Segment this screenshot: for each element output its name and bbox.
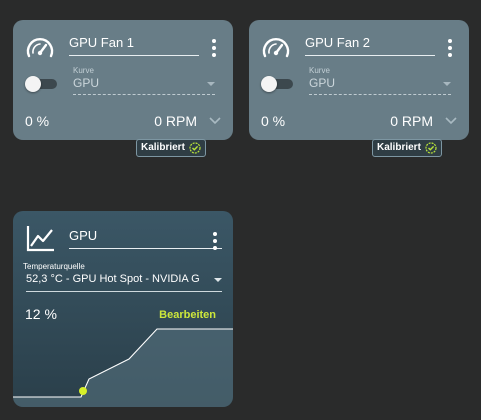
gauge-icon xyxy=(26,38,54,58)
fan-speed-percent: 0 % xyxy=(261,113,286,129)
fan-card-gpu-fan-1: GPU Fan 1 Kurve GPU 0 % 0 RPM xyxy=(13,20,233,140)
fan-curve-graph xyxy=(13,328,233,407)
dropdown-caret-icon xyxy=(443,82,451,86)
fan-rpm: 0 RPM xyxy=(154,113,197,129)
fan-name-field[interactable]: GPU Fan 1 xyxy=(69,35,199,56)
line-chart-icon xyxy=(26,226,54,252)
curve-name-field[interactable]: GPU xyxy=(69,228,222,249)
temperature-source-select[interactable]: 52,3 °C - GPU Hot Spot - NVIDIA G xyxy=(26,273,222,292)
temperature-source-label: Temperaturquelle xyxy=(23,262,85,271)
more-options-icon[interactable] xyxy=(207,37,221,59)
current-point-marker xyxy=(79,387,87,395)
badge-label: Kalibriert xyxy=(377,142,421,153)
curve-label: Kurve xyxy=(309,66,330,75)
dropdown-caret-icon xyxy=(207,82,215,86)
badge-label: Kalibriert xyxy=(141,142,185,153)
fan-toggle[interactable] xyxy=(25,76,57,92)
more-options-icon[interactable] xyxy=(208,230,222,252)
fan-speed-percent: 0 % xyxy=(25,113,50,129)
fan-rpm: 0 RPM xyxy=(390,113,433,129)
fan-card-gpu-fan-2: GPU Fan 2 Kurve GPU 0 % 0 RPM xyxy=(249,20,469,140)
fan-name: GPU Fan 2 xyxy=(305,35,371,50)
curve-name: GPU xyxy=(69,228,98,243)
fan-name-field[interactable]: GPU Fan 2 xyxy=(305,35,435,56)
calibrated-badge: Kalibriert xyxy=(372,139,442,157)
fan-toggle[interactable] xyxy=(261,76,293,92)
calibrated-badge: Kalibriert xyxy=(136,139,206,157)
chevron-down-icon[interactable] xyxy=(445,117,457,125)
curve-select[interactable]: GPU xyxy=(309,76,451,95)
gauge-icon xyxy=(262,38,290,58)
curve-select-value: GPU xyxy=(73,76,100,90)
curve-area xyxy=(13,329,233,407)
curve-output-percent: 12 % xyxy=(25,306,57,322)
more-options-icon[interactable] xyxy=(443,37,457,59)
chevron-down-icon[interactable] xyxy=(209,117,221,125)
curve-select[interactable]: GPU xyxy=(73,76,215,95)
curve-select-value: GPU xyxy=(309,76,336,90)
dropdown-caret-icon xyxy=(214,278,222,282)
edit-button[interactable]: Bearbeiten xyxy=(159,309,216,321)
temperature-source-value: 52,3 °C - GPU Hot Spot - NVIDIA G xyxy=(26,273,200,285)
curve-card-gpu: GPU Temperaturquelle 52,3 °C - GPU Hot S… xyxy=(13,211,233,407)
curve-label: Kurve xyxy=(73,66,94,75)
fan-name: GPU Fan 1 xyxy=(69,35,135,50)
check-circle-icon xyxy=(189,142,201,154)
check-circle-icon xyxy=(425,142,437,154)
